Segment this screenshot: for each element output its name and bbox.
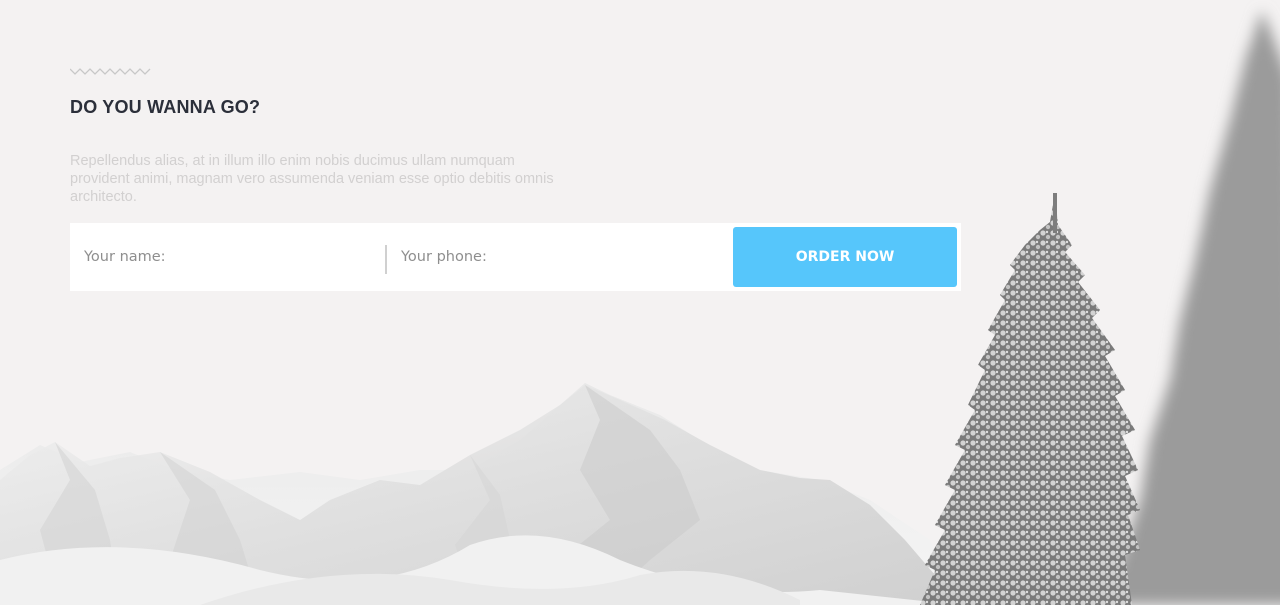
- phone-input[interactable]: [387, 223, 727, 291]
- order-now-button[interactable]: ORDER NOW: [733, 227, 957, 287]
- order-form: ORDER NOW: [70, 223, 961, 291]
- winter-scenery-illustration: [0, 10, 1280, 605]
- section-description: Repellendus alias, at in illum illo enim…: [70, 153, 554, 205]
- name-input[interactable]: [70, 223, 384, 291]
- order-section: DO YOU WANNA GO? Repellendus alias, at i…: [0, 0, 1280, 605]
- section-heading: DO YOU WANNA GO?: [70, 97, 261, 117]
- zigzag-divider-icon: [70, 68, 151, 75]
